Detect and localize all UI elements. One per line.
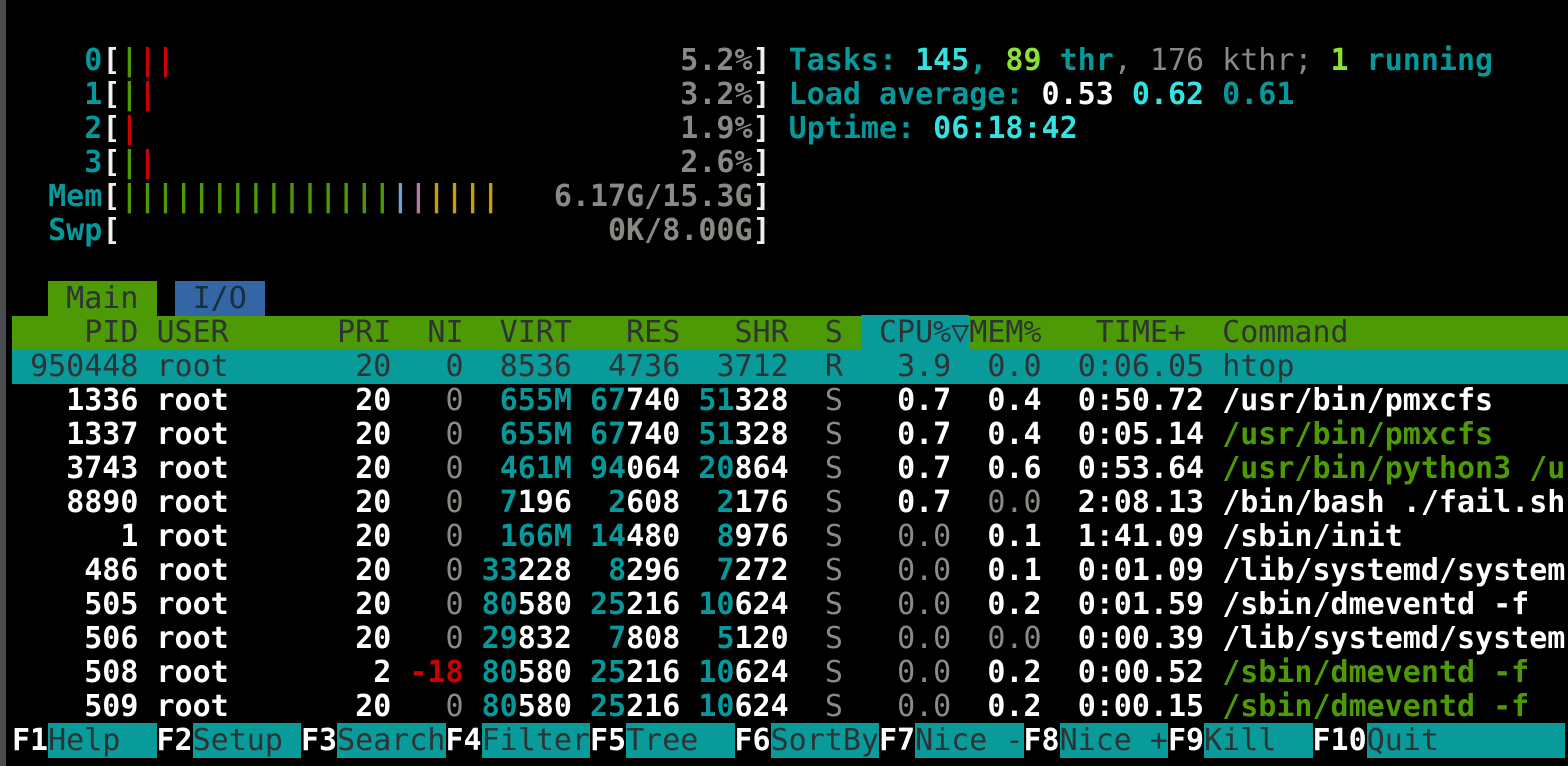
green-meter-bar: | [175,179,193,214]
green-meter-bar: | [193,179,211,214]
green-meter-bar: | [265,179,283,214]
memory-meter: Mem[||||||||||||||||||||| 6.17G/15.3G] [12,180,1568,214]
cpu-meter-1: 1[|| 3.2%] Load average: 0.53 0.62 0.61 [12,78,1568,112]
process-row-505[interactable]: 505 root 20 0 80580 25216 10624 S 0.0 0.… [12,588,1568,622]
green-meter-bar: | [301,179,319,214]
blank-line-2 [12,248,1568,282]
process-row-509[interactable]: 509 root 20 0 80580 25216 10624 S 0.0 0.… [12,690,1568,724]
yellow-meter-bar: | [464,179,482,214]
sort-column-cpu[interactable]: CPU%▽ [861,315,969,350]
tasks-summary: Tasks: 145, 89 thr, 176 kthr; 1 running [789,43,1493,78]
green-meter-bar: | [319,179,337,214]
green-meter-bar: | [120,77,138,112]
yellow-meter-bar: | [427,179,445,214]
blue-meter-bar: | [391,179,409,214]
fkey-nice[interactable]: F7Nice - [879,723,1024,758]
process-row-950448[interactable]: 950448 root 20 0 8536 4736 3712 R 3.9 0.… [12,350,1568,384]
tab-main[interactable]: Main [48,281,156,316]
table-header: PID USER PRI NI VIRT RES SHR S CPU%▽MEM%… [12,316,1568,350]
purple-meter-bar: | [409,179,427,214]
yellow-meter-bar: | [482,179,500,214]
fkey-search[interactable]: F3Search [301,723,446,758]
process-row-486[interactable]: 486 root 20 0 33228 8296 7272 S 0.0 0.1 … [12,554,1568,588]
process-row-8890[interactable]: 8890 root 20 0 7196 2608 2176 S 0.7 0.0 … [12,486,1568,520]
red-meter-bar: | [157,43,175,78]
green-meter-bar: | [120,43,138,78]
htop-terminal: 0[||| 5.2%] Tasks: 145, 89 thr, 176 kthr… [12,10,1568,758]
green-meter-bar: | [157,179,175,214]
red-meter-bar: | [138,77,156,112]
process-row-3743[interactable]: 3743 root 20 0 461M 94064 20864 S 0.7 0.… [12,452,1568,486]
process-row-508[interactable]: 508 root 2 -18 80580 25216 10624 S 0.0 0… [12,656,1568,690]
green-meter-bar: | [138,179,156,214]
green-meter-bar: | [283,179,301,214]
process-row-506[interactable]: 506 root 20 0 29832 7808 5120 S 0.0 0.0 … [12,622,1568,656]
swap-meter: Swp[ 0K/8.00G] [12,214,1568,248]
fkey-filter[interactable]: F4Filter [446,723,591,758]
green-meter-bar: | [211,179,229,214]
uptime: Uptime: 06:18:42 [789,111,1078,146]
process-row-1[interactable]: 1 root 20 0 166M 14480 8976 S 0.0 0.1 1:… [12,520,1568,554]
load-average: Load average: 0.53 0.62 0.61 [789,77,1295,112]
fkey-nice[interactable]: F8Nice + [1024,723,1169,758]
process-row-1336[interactable]: 1336 root 20 0 655M 67740 51328 S 0.7 0.… [12,384,1568,418]
function-key-bar: F1Help F2Setup F3SearchF4FilterF5Tree F6… [12,724,1568,758]
green-meter-bar: | [355,179,373,214]
green-meter-bar: | [120,179,138,214]
fkey-setup[interactable]: F2Setup [157,723,302,758]
cpu-meter-3: 3[|| 2.6%] [12,146,1568,180]
green-meter-bar: | [229,179,247,214]
blank-line [12,10,1568,44]
red-meter-bar: | [138,43,156,78]
tab-io[interactable]: I/O [175,281,265,316]
red-meter-bar: | [120,111,138,146]
screen-tabs: Main I/O [12,282,1568,316]
cpu-meter-0: 0[||| 5.2%] Tasks: 145, 89 thr, 176 kthr… [12,44,1568,78]
green-meter-bar: | [337,179,355,214]
red-meter-bar: | [138,145,156,180]
window-edge [0,0,6,766]
fkey-help[interactable]: F1Help [12,723,157,758]
yellow-meter-bar: | [446,179,464,214]
fkey-kill[interactable]: F9Kill [1168,723,1313,758]
green-meter-bar: | [373,179,391,214]
fkey-tree[interactable]: F5Tree [590,723,735,758]
process-row-1337[interactable]: 1337 root 20 0 655M 67740 51328 S 0.7 0.… [12,418,1568,452]
fkey-quit[interactable]: F10Quit [1313,723,1476,758]
green-meter-bar: | [120,145,138,180]
fkey-sortby[interactable]: F6SortBy [735,723,880,758]
green-meter-bar: | [247,179,265,214]
cpu-meter-2: 2[| 1.9%] Uptime: 06:18:42 [12,112,1568,146]
